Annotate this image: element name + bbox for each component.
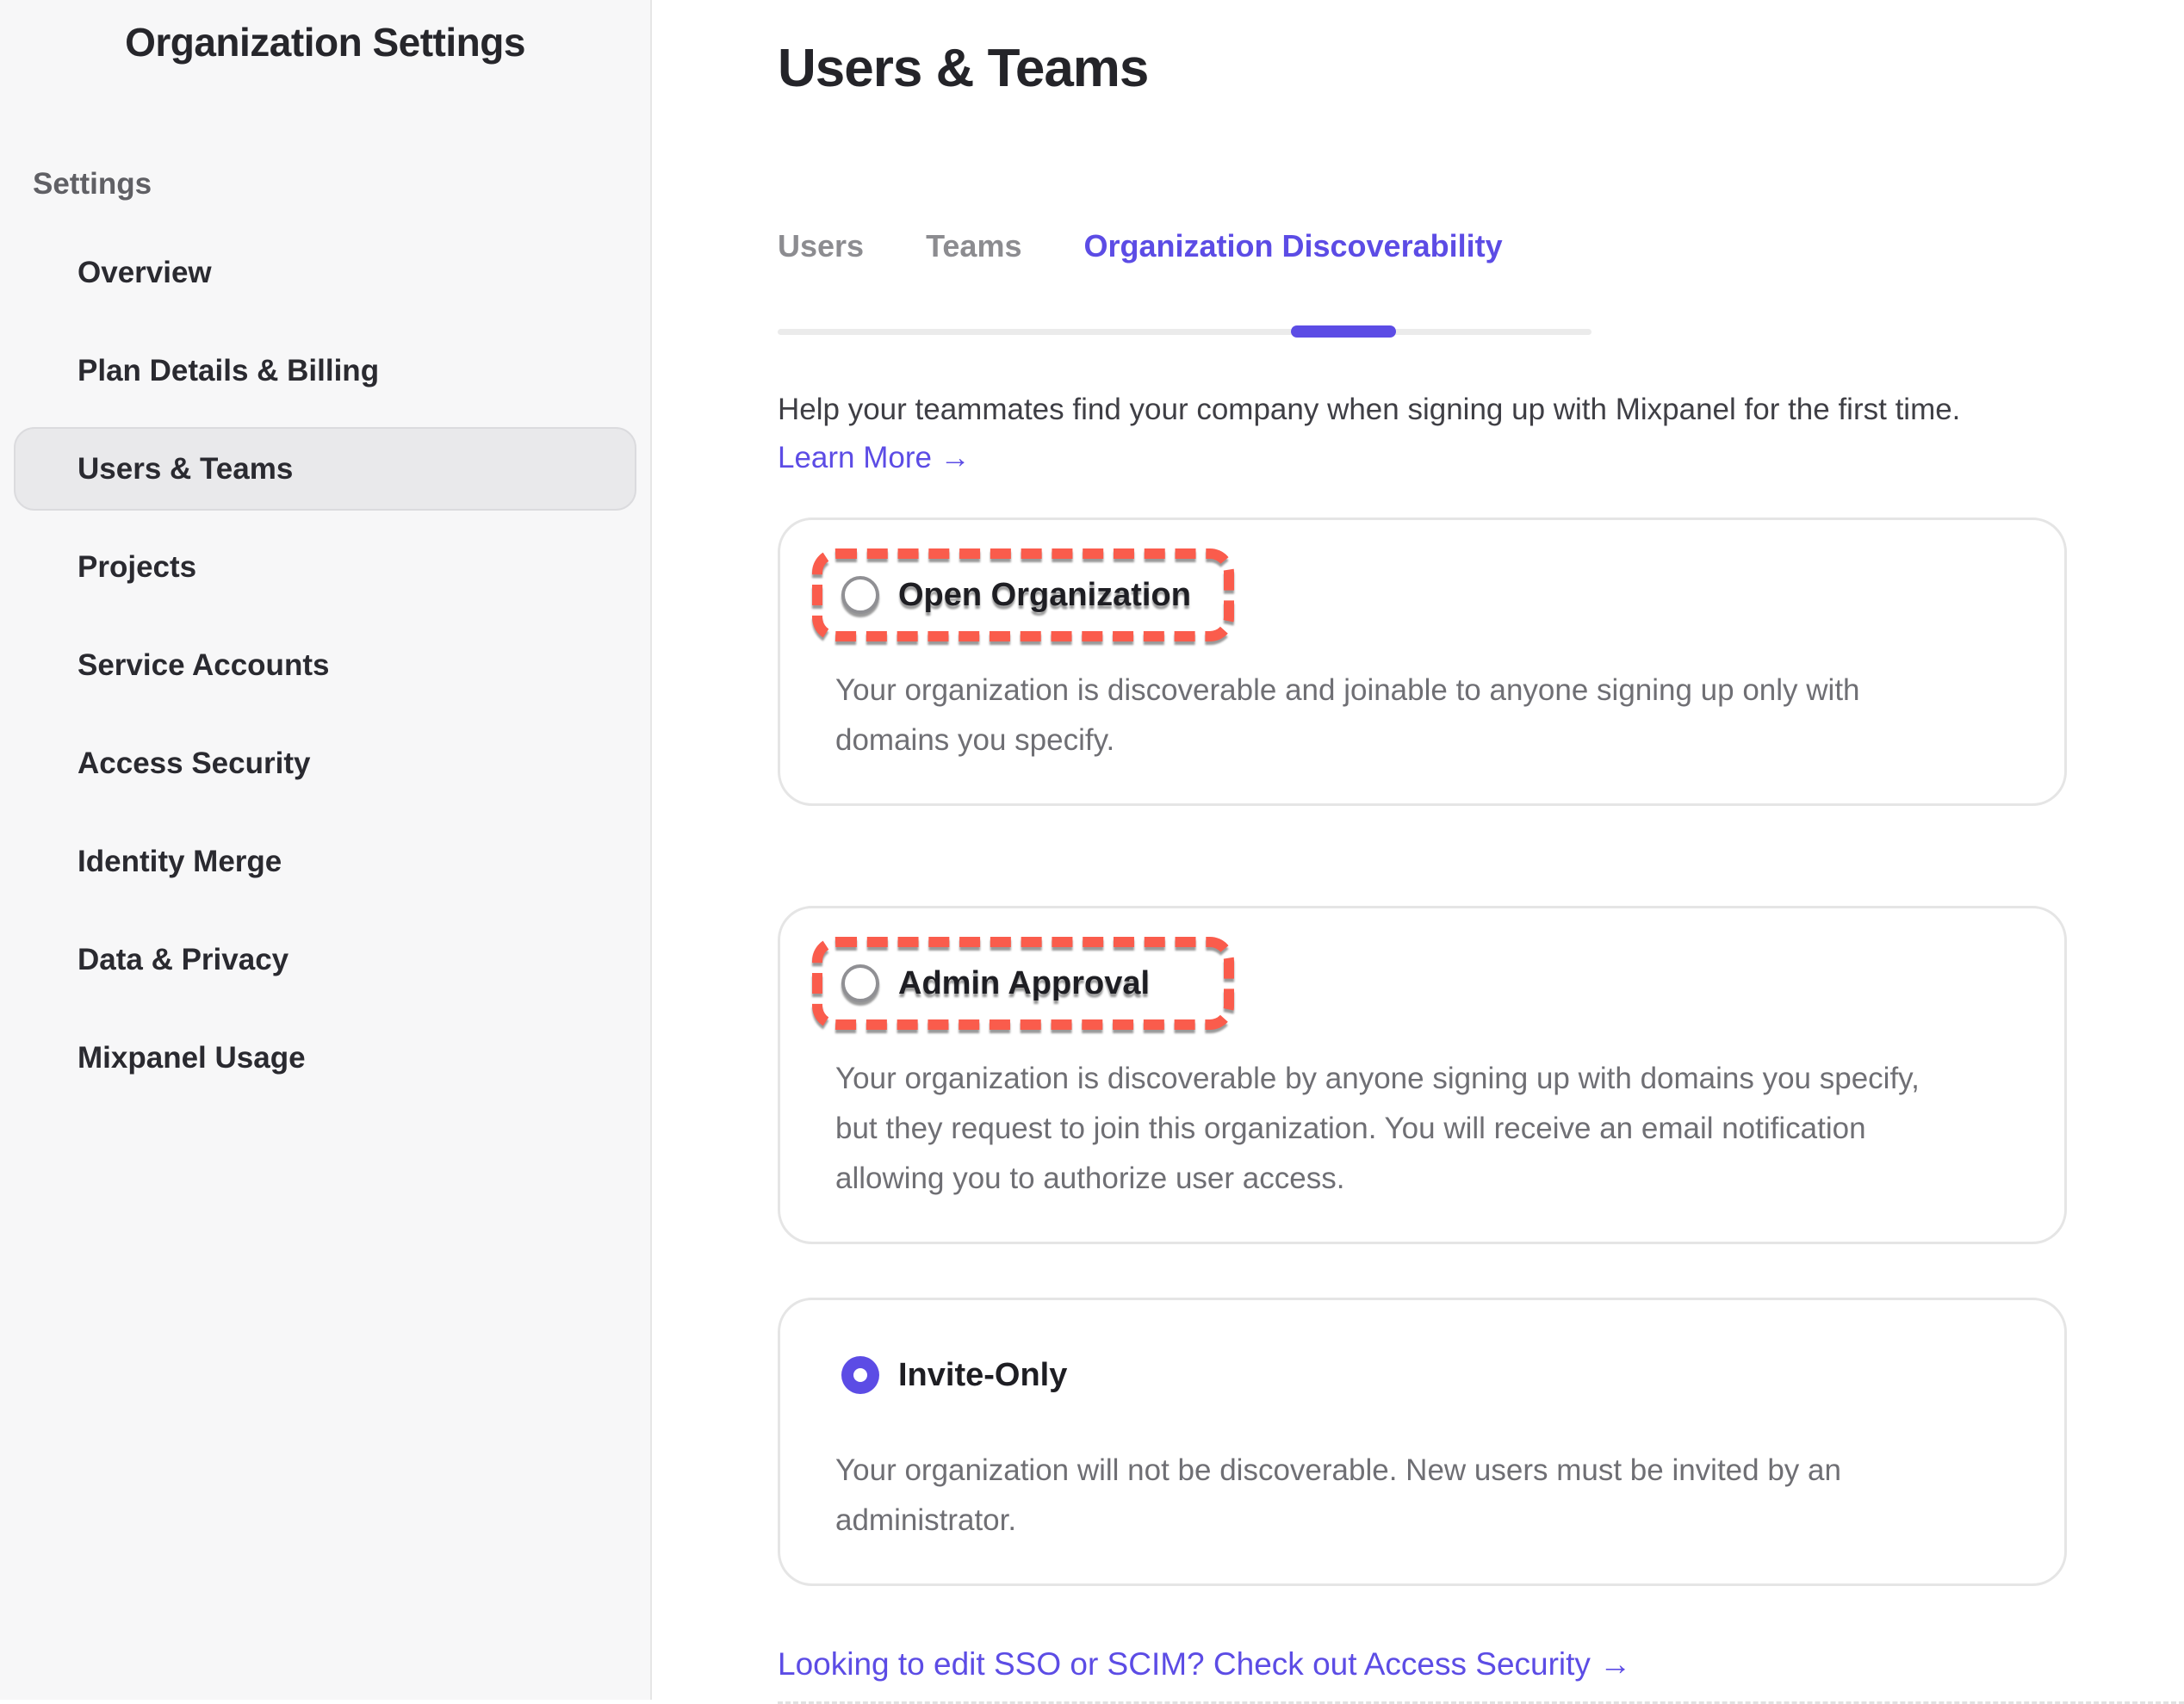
- page-title: Users & Teams: [778, 38, 2067, 99]
- sidebar-item-plan-details-billing[interactable]: Plan Details & Billing: [14, 329, 636, 412]
- sidebar-item-mixpanel-usage[interactable]: Mixpanel Usage: [14, 1016, 636, 1100]
- main-content: Users & Teams Users Teams Organization D…: [652, 0, 2184, 1700]
- option-label-open-organization[interactable]: Open Organization: [898, 577, 1191, 614]
- sidebar-item-data-privacy[interactable]: Data & Privacy: [14, 918, 636, 1001]
- tab-bar: Users Teams Organization Discoverability: [778, 228, 2067, 264]
- invite-only-radio-row: Invite-Only: [812, 1329, 2030, 1422]
- sidebar-title: Organization Settings: [14, 19, 636, 65]
- option-card-admin-approval: Admin Approval Your organization is disc…: [778, 906, 2067, 1244]
- option-description-invite-only: Your organization will not be discoverab…: [835, 1446, 1929, 1546]
- sidebar-section-label: Settings: [33, 167, 636, 201]
- sidebar-item-users-teams[interactable]: Users & Teams: [14, 427, 636, 511]
- option-description-admin-approval: Your organization is discoverable by any…: [835, 1054, 1929, 1204]
- tab-underline-track: [778, 329, 1591, 335]
- tab-teams[interactable]: Teams: [926, 228, 1021, 264]
- tab-users[interactable]: Users: [778, 228, 864, 264]
- sidebar-item-service-accounts[interactable]: Service Accounts: [14, 623, 636, 707]
- sidebar-item-projects[interactable]: Projects: [14, 525, 636, 609]
- option-card-invite-only: Invite-Only Your organization will not b…: [778, 1298, 2067, 1586]
- radio-admin-approval[interactable]: [841, 964, 879, 1002]
- sidebar-item-identity-merge[interactable]: Identity Merge: [14, 820, 636, 903]
- option-description-open-organization: Your organization is discoverable and jo…: [835, 666, 1929, 765]
- annotation-box-open-organization: Open Organization: [812, 548, 1234, 641]
- learn-more-link[interactable]: Learn More →: [778, 441, 971, 475]
- radio-invite-only[interactable]: [841, 1356, 879, 1394]
- sidebar-item-overview[interactable]: Overview: [14, 231, 636, 314]
- organization-settings-page: Organization Settings Settings Overview …: [0, 0, 2184, 1700]
- sidebar-item-access-security[interactable]: Access Security: [14, 722, 636, 805]
- access-security-link[interactable]: Looking to edit SSO or SCIM? Check out A…: [778, 1646, 1631, 1682]
- option-label-invite-only[interactable]: Invite-Only: [898, 1357, 1067, 1394]
- sidebar-nav: Overview Plan Details & Billing Users & …: [14, 231, 636, 1100]
- tab-organization-discoverability[interactable]: Organization Discoverability: [1083, 228, 1502, 264]
- active-tab-indicator: [1291, 325, 1396, 338]
- option-card-open-organization: Open Organization Your organization is d…: [778, 517, 2067, 806]
- intro-text: Help your teammates find your company wh…: [778, 393, 2067, 427]
- radio-open-organization[interactable]: [841, 576, 879, 614]
- option-label-admin-approval[interactable]: Admin Approval: [898, 965, 1150, 1002]
- annotation-box-admin-approval: Admin Approval: [812, 937, 1234, 1030]
- sidebar: Organization Settings Settings Overview …: [0, 0, 652, 1700]
